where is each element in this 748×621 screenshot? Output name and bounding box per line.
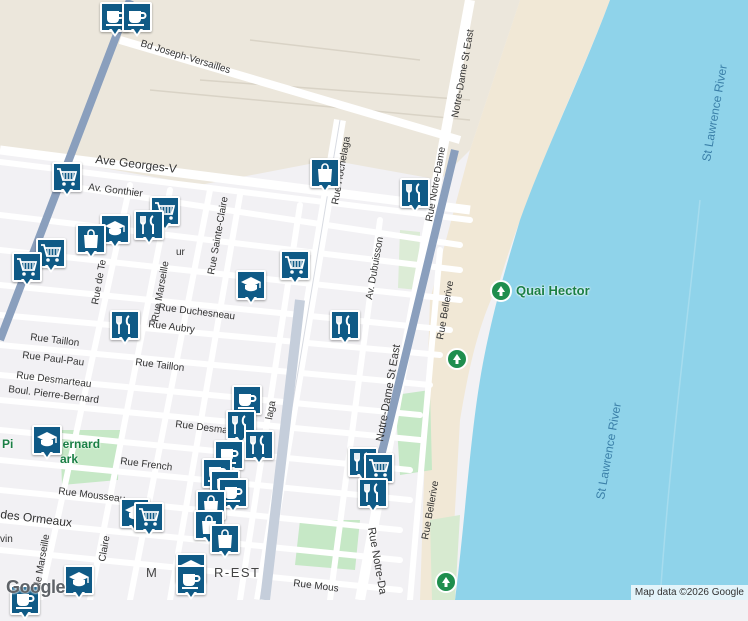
cart-marker[interactable]	[52, 162, 82, 198]
bag-marker[interactable]	[210, 524, 240, 560]
quai-hector-label[interactable]: Quai Hector	[516, 283, 590, 298]
district-label: R-EST	[214, 565, 261, 580]
street-label: ur	[176, 247, 186, 258]
restaurant-marker[interactable]	[134, 210, 164, 246]
park-pin-icon[interactable]	[490, 280, 512, 302]
cafe-marker[interactable]	[122, 2, 152, 38]
street-label: vin	[0, 534, 13, 545]
park-pin-icon[interactable]	[446, 348, 468, 370]
restaurant-marker[interactable]	[330, 310, 360, 346]
poi-label-part: Pi	[2, 437, 14, 451]
restaurant-marker[interactable]	[110, 310, 140, 346]
bag-marker[interactable]	[310, 158, 340, 194]
cafe-marker[interactable]	[176, 565, 206, 601]
map-attribution[interactable]: Map data ©2026 Google	[630, 585, 748, 600]
cart-marker[interactable]	[12, 252, 42, 288]
school-marker[interactable]	[64, 565, 94, 601]
cart-marker[interactable]	[134, 502, 164, 538]
cart-marker[interactable]	[280, 250, 310, 286]
poi-label-part: ark	[60, 452, 79, 466]
restaurant-marker[interactable]	[244, 430, 274, 466]
park-pin-icon[interactable]	[435, 571, 457, 593]
restaurant-marker[interactable]	[400, 178, 430, 214]
bag-marker[interactable]	[76, 224, 106, 260]
district-label: M	[146, 565, 158, 580]
school-marker[interactable]	[236, 270, 266, 306]
google-logo: Google	[6, 577, 66, 597]
school-marker[interactable]	[32, 425, 62, 461]
restaurant-marker[interactable]	[358, 478, 388, 514]
